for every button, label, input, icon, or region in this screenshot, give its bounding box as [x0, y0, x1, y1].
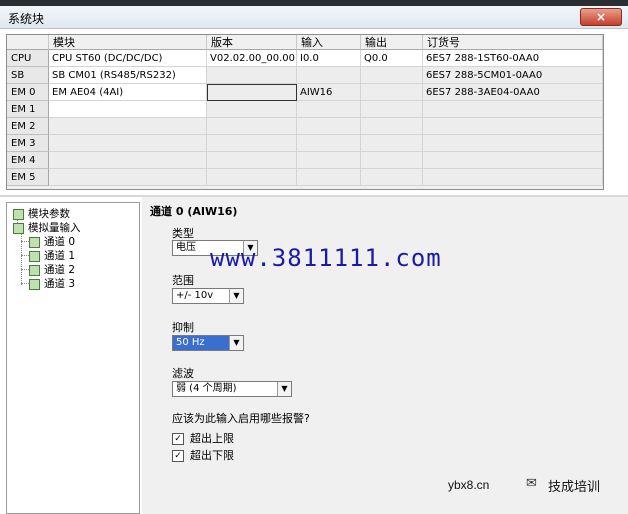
row-label-cpu: CPU	[7, 50, 49, 67]
cell-output[interactable]	[361, 118, 423, 135]
watermark-brand: 技成培训	[548, 480, 601, 495]
filter-value: 弱 (4 个周期)	[176, 383, 237, 394]
chevron-down-icon: ▼	[229, 336, 243, 350]
cell-module[interactable]	[49, 135, 207, 152]
cell-output[interactable]: Q0.0	[361, 50, 423, 67]
cell-order[interactable]: 6ES7 288-1ST60-0AA0	[423, 50, 603, 67]
row-label-em3: EM 3	[7, 135, 49, 152]
cell-module[interactable]	[49, 118, 207, 135]
cell-module[interactable]	[49, 101, 207, 118]
cell-version[interactable]	[207, 169, 297, 186]
cell-module[interactable]: EM AE04 (4AI)	[49, 84, 207, 101]
cell-order[interactable]	[423, 118, 603, 135]
suppression-value: 50 Hz	[176, 337, 205, 348]
checkmark-icon: ✓	[172, 450, 184, 462]
type-label: 类型	[172, 227, 194, 240]
col-header-input[interactable]: 输入	[297, 35, 361, 50]
cell-version[interactable]	[207, 67, 297, 84]
row-label-em5: EM 5	[7, 169, 49, 186]
cell-input[interactable]	[297, 101, 361, 118]
cell-output[interactable]	[361, 169, 423, 186]
checkmark-icon: ✓	[172, 433, 184, 445]
cell-module[interactable]: SB CM01 (RS485/RS232)	[49, 67, 207, 84]
range-value: +/- 10v	[176, 290, 214, 301]
folder-icon	[13, 208, 24, 220]
alarm-question: 应该为此输入启用哪些报警?	[172, 412, 310, 425]
tree-item-analog-input[interactable]: 模拟量输入	[13, 221, 81, 235]
type-value: 电压	[176, 242, 196, 253]
row-label-em4: EM 4	[7, 152, 49, 169]
cell-version[interactable]	[207, 118, 297, 135]
col-header-module[interactable]: 模块	[49, 35, 207, 50]
filter-select[interactable]: 弱 (4 个周期) ▼	[172, 381, 292, 397]
cell-input[interactable]	[297, 135, 361, 152]
cell-output[interactable]	[361, 135, 423, 152]
window-title: 系统块	[8, 12, 45, 26]
cell-output[interactable]	[361, 67, 423, 84]
cell-input[interactable]	[297, 67, 361, 84]
node-icon	[29, 236, 40, 248]
close-icon: ×	[595, 10, 607, 24]
tree-item-channel-1[interactable]: 通道 1	[29, 249, 75, 263]
wechat-icon: ✉	[526, 476, 537, 491]
folder-icon	[13, 222, 24, 234]
chevron-down-icon: ▼	[229, 289, 243, 303]
cell-order[interactable]	[423, 169, 603, 186]
row-label-em0: EM 0	[7, 84, 49, 101]
node-icon	[29, 278, 40, 290]
cell-order[interactable]: 6ES7 288-5CM01-0AA0	[423, 67, 603, 84]
cell-input[interactable]: I0.0	[297, 50, 361, 67]
node-icon	[29, 250, 40, 262]
tree-item-channel-2[interactable]: 通道 2	[29, 263, 75, 277]
cell-input[interactable]: AIW16	[297, 84, 361, 101]
title-bar: 系统块 ×	[0, 6, 628, 29]
cell-module[interactable]: CPU ST60 (DC/DC/DC)	[49, 50, 207, 67]
parameter-tree: 模块参数 模拟量输入 通道 0 通道 1 通道 2 通道 3	[6, 202, 140, 514]
suppression-label: 抑制	[172, 321, 194, 334]
cell-output[interactable]	[361, 152, 423, 169]
cell-version[interactable]	[207, 135, 297, 152]
node-icon	[29, 264, 40, 276]
watermark-url: www.3811111.com	[210, 244, 442, 272]
cell-order[interactable]	[423, 152, 603, 169]
module-table: 模块 版本 输入 输出 订货号 CPU CPU ST60 (DC/DC/DC) …	[6, 34, 604, 190]
cell-version[interactable]	[207, 101, 297, 118]
cell-version[interactable]	[207, 152, 297, 169]
suppression-select[interactable]: 50 Hz ▼	[172, 335, 244, 351]
upper-limit-checkbox[interactable]: ✓ 超出上限	[172, 430, 234, 446]
cell-output[interactable]	[361, 84, 423, 101]
close-button[interactable]: ×	[580, 8, 622, 26]
cell-module[interactable]	[49, 169, 207, 186]
watermark-site: ybx8.cn	[448, 478, 490, 492]
cell-module[interactable]	[49, 152, 207, 169]
row-label-em2: EM 2	[7, 118, 49, 135]
cell-version[interactable]: V02.02.00_00.00...	[207, 50, 297, 67]
tree-item-module-params[interactable]: 模块参数	[13, 207, 70, 221]
range-label: 范围	[172, 274, 194, 287]
tree-item-channel-0[interactable]: 通道 0	[29, 235, 75, 249]
cell-version-selected[interactable]	[207, 84, 297, 101]
cell-input[interactable]	[297, 118, 361, 135]
cell-order[interactable]	[423, 101, 603, 118]
col-header-output[interactable]: 输出	[361, 35, 423, 50]
tree-item-channel-3[interactable]: 通道 3	[29, 277, 75, 291]
chevron-down-icon: ▼	[277, 382, 291, 396]
filter-label: 滤波	[172, 367, 194, 380]
cell-order[interactable]: 6ES7 288-3AE04-0AA0	[423, 84, 603, 101]
range-select[interactable]: +/- 10v ▼	[172, 288, 244, 304]
cell-order[interactable]	[423, 135, 603, 152]
row-label-sb: SB	[7, 67, 49, 84]
cell-output[interactable]	[361, 101, 423, 118]
channel-title: 通道 0 (AIW16)	[150, 205, 238, 218]
corner-header	[7, 35, 49, 50]
cell-input[interactable]	[297, 169, 361, 186]
col-header-order[interactable]: 订货号	[423, 35, 603, 50]
row-label-em1: EM 1	[7, 101, 49, 118]
lower-limit-checkbox[interactable]: ✓ 超出下限	[172, 447, 234, 463]
col-header-version[interactable]: 版本	[207, 35, 297, 50]
cell-input[interactable]	[297, 152, 361, 169]
